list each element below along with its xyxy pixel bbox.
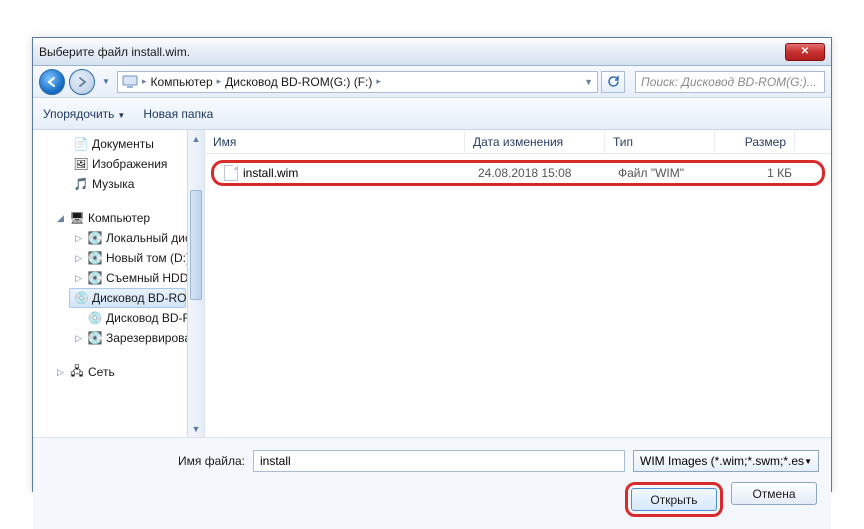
file-type: Файл "WIM"	[614, 166, 724, 180]
file-size: 1 КБ	[724, 166, 796, 180]
tree-local-disk[interactable]: ▷💽Локальный диск	[33, 228, 204, 248]
toolbar: Упорядочить▼ Новая папка	[33, 98, 831, 130]
drive-icon: 💽	[87, 250, 103, 266]
search-placeholder: Поиск: Дисковод BD-ROM(G:)...	[641, 75, 817, 89]
tree-removable-hdd[interactable]: ▷💽Съемный HDD (	[33, 268, 204, 288]
file-list[interactable]: Имя Дата изменения Тип Размер install.wi…	[205, 130, 831, 437]
collapse-icon[interactable]: ◢	[55, 213, 66, 224]
cancel-button[interactable]: Отмена	[731, 482, 817, 505]
file-date: 24.08.2018 15:08	[474, 166, 614, 180]
nav-row: ▼ ▸ Компьютер ▸ Дисковод BD-ROM(G:) (F:)…	[33, 66, 831, 98]
tree-reserved[interactable]: ▷💽Зарезервирован	[33, 328, 204, 348]
tree-computer[interactable]: ◢🖥Компьютер	[33, 208, 204, 228]
expand-icon[interactable]: ▷	[73, 273, 84, 284]
tree-scrollbar[interactable]: ▲ ▼	[187, 130, 204, 437]
scroll-down-icon[interactable]: ▼	[188, 420, 204, 437]
network-icon: 🖧	[69, 364, 85, 380]
filename-label: Имя файла:	[45, 454, 245, 468]
tree-vol-d[interactable]: ▷💽Новый том (D:)	[33, 248, 204, 268]
titlebar[interactable]: Выберите файл install.wim. ✕	[33, 38, 831, 66]
tree-network[interactable]: ▷🖧Сеть	[33, 362, 204, 382]
drive-icon: 💽	[87, 330, 103, 346]
col-date[interactable]: Дата изменения	[465, 130, 605, 153]
computer-icon	[122, 75, 138, 89]
drive-icon: 💽	[87, 270, 103, 286]
chevron-right-icon: ▸	[142, 76, 147, 87]
col-name[interactable]: Имя	[205, 130, 465, 153]
scroll-up-icon[interactable]: ▲	[188, 130, 204, 147]
document-icon: 📄	[73, 136, 89, 152]
breadcrumb-path[interactable]: Дисковод BD-ROM(G:) (F:)	[225, 75, 372, 89]
images-icon: 🖼	[73, 156, 89, 172]
chevron-right-icon: ▸	[376, 76, 381, 87]
tree-bdrom-selected[interactable]: 💿Дисковод BD-RO	[69, 288, 186, 308]
search-input[interactable]: Поиск: Дисковод BD-ROM(G:)...	[635, 71, 825, 93]
chevron-right-icon: ▸	[217, 76, 222, 87]
nav-history-dropdown[interactable]: ▼	[99, 72, 113, 92]
expand-icon[interactable]: ▷	[73, 333, 84, 344]
open-button[interactable]: Открыть	[631, 488, 717, 511]
col-type[interactable]: Тип	[605, 130, 715, 153]
breadcrumb-root[interactable]: Компьютер	[151, 75, 213, 89]
scroll-thumb[interactable]	[190, 190, 202, 300]
tree-images[interactable]: 🖼Изображения	[33, 154, 204, 174]
expand-icon[interactable]: ▷	[73, 253, 84, 264]
open-file-dialog: Выберите файл install.wim. ✕ ▼ ▸ Компьют…	[32, 37, 832, 492]
expand-icon[interactable]: ▷	[55, 367, 66, 378]
address-bar[interactable]: ▸ Компьютер ▸ Дисковод BD-ROM(G:) (F:) ▸…	[117, 71, 598, 93]
computer-icon: 🖥	[69, 210, 85, 226]
organize-menu[interactable]: Упорядочить▼	[43, 107, 125, 121]
dialog-footer: Имя файла: install WIM Images (*.wim;*.s…	[33, 437, 831, 529]
window-title: Выберите файл install.wim.	[39, 45, 785, 59]
new-folder-button[interactable]: Новая папка	[143, 107, 213, 121]
tree-bdrom-2[interactable]: 💿Дисковод BD-RO	[33, 308, 204, 328]
drive-icon: 💽	[87, 230, 103, 246]
tree-music[interactable]: 🎵Музыка	[33, 174, 204, 194]
refresh-button[interactable]	[601, 71, 625, 93]
column-headers: Имя Дата изменения Тип Размер	[205, 130, 831, 154]
folder-tree[interactable]: 📄Документы 🖼Изображения 🎵Музыка ◢🖥Компью…	[33, 130, 205, 437]
chevron-down-icon: ▼	[804, 457, 812, 466]
tree-docs[interactable]: 📄Документы	[33, 134, 204, 154]
col-size[interactable]: Размер	[715, 130, 795, 153]
file-row-highlighted[interactable]: install.wim 24.08.2018 15:08 Файл "WIM" …	[211, 160, 825, 186]
filetype-select[interactable]: WIM Images (*.wim;*.swm;*.esd)▼	[633, 450, 819, 472]
file-icon	[224, 165, 238, 181]
disc-icon: 💿	[74, 290, 89, 306]
open-button-highlight: Открыть	[625, 482, 723, 517]
forward-button[interactable]	[69, 69, 95, 95]
music-icon: 🎵	[73, 176, 89, 192]
file-name: install.wim	[243, 166, 298, 180]
address-dropdown-icon[interactable]: ▼	[584, 77, 593, 87]
close-button[interactable]: ✕	[785, 43, 825, 61]
filename-input[interactable]: install	[253, 450, 625, 472]
back-button[interactable]	[39, 69, 65, 95]
disc-icon: 💿	[87, 310, 103, 326]
expand-icon[interactable]: ▷	[73, 233, 84, 244]
